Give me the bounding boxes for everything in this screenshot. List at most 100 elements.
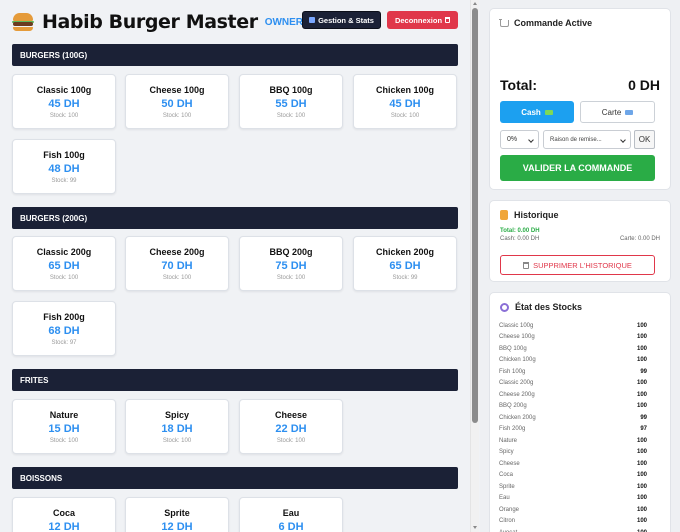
product-price: 68 DH — [48, 325, 80, 337]
stock-item-qty: 100 — [636, 380, 647, 387]
stock-item-qty: 100 — [636, 322, 647, 329]
stock-item-name: Fish 200g — [499, 426, 526, 433]
stock-row: Orange 100 — [499, 504, 647, 516]
product-name: Classic 200g — [36, 247, 92, 257]
stock-row: Eau 100 — [499, 493, 647, 505]
gestion-stats-button[interactable]: Gestion & Stats — [302, 11, 381, 29]
history-panel: Historique Total: 0.00 DH Cash: 0.00 DH … — [489, 200, 671, 282]
discount-reason-select[interactable]: Raison de remise... — [543, 130, 631, 149]
product-stock: Stock: 100 — [276, 275, 306, 281]
stock-title: État des Stocks — [500, 302, 582, 312]
scrollbar[interactable] — [470, 0, 479, 532]
cash-button[interactable]: Cash — [500, 101, 574, 123]
product-card[interactable]: Fish 200g 68 DH Stock: 97 — [12, 301, 116, 356]
product-name: BBQ 200g — [269, 247, 313, 257]
stock-item-name: Cheese 100g — [499, 334, 535, 341]
stock-row: Fish 100g 99 — [499, 366, 647, 378]
stock-title-text: État des Stocks — [515, 302, 583, 312]
stock-item-name: Chicken 200g — [499, 414, 536, 421]
product-price: 55 DH — [275, 98, 307, 110]
scroll-thumb[interactable] — [472, 8, 478, 423]
product-card[interactable]: Classic 100g 45 DH Stock: 100 — [12, 74, 116, 129]
trash-icon — [523, 261, 530, 269]
product-stock: Stock: 100 — [49, 275, 79, 281]
product-card[interactable]: Cheese 200g 70 DH Stock: 100 — [125, 236, 229, 291]
product-name: Chicken 200g — [375, 247, 435, 257]
product-price: 12 DH — [48, 521, 80, 532]
total-value: 0 DH — [628, 77, 660, 93]
product-name: Cheese — [274, 410, 308, 420]
cash-label: Cash — [521, 107, 541, 117]
stock-row: BBQ 100g 100 — [499, 343, 647, 355]
card-button[interactable]: Carte — [580, 101, 655, 123]
stock-item-name: BBQ 100g — [499, 345, 527, 352]
scroll-icon — [500, 210, 508, 220]
stock-row: Nature 100 — [499, 435, 647, 447]
discount-select[interactable]: 0% — [500, 130, 539, 149]
stock-item-qty: 97 — [640, 426, 647, 433]
apply-discount-button[interactable]: OK — [634, 130, 655, 149]
product-price: 45 DH — [48, 98, 80, 110]
stock-row: Avocat100 — [499, 527, 647, 532]
stock-row: Coca 100 — [499, 470, 647, 482]
stock-item-qty: 100 — [636, 391, 647, 398]
product-name: Nature — [49, 410, 79, 420]
product-price: 75 DH — [275, 260, 307, 272]
product-price: 45 DH — [389, 98, 421, 110]
stock-item-name: Citron — [499, 518, 516, 525]
product-card[interactable]: Fish 100g 48 DH Stock: 99 — [12, 139, 116, 194]
product-card[interactable]: BBQ 200g 75 DH Stock: 100 — [239, 236, 343, 291]
product-stock: Stock: 97 — [51, 340, 77, 346]
order-title: Commande Active — [499, 18, 593, 28]
product-stock: Stock: 99 — [51, 178, 77, 184]
product-card[interactable]: Cheese 100g 50 DH Stock: 100 — [125, 74, 229, 129]
product-card[interactable]: Spicy 18 DH Stock: 100 — [125, 399, 229, 454]
history-card: Carte: 0.00 DH — [619, 236, 660, 242]
product-stock: Stock: 100 — [49, 438, 79, 444]
product-price: 65 DH — [389, 260, 421, 272]
product-card[interactable]: Nature 15 DH Stock: 100 — [12, 399, 116, 454]
cart-icon — [499, 18, 509, 27]
stock-row: Cheese 100 — [499, 458, 647, 470]
stock-item-qty: 100 — [636, 460, 647, 467]
chevron-down-icon — [528, 137, 534, 143]
logout-button[interactable]: Deconnexion — [387, 11, 458, 29]
stock-item-qty: 100 — [636, 334, 647, 341]
section-header: FRITES — [12, 369, 458, 391]
stock-item-name: Fish 100g — [499, 368, 526, 375]
burger-icon — [12, 12, 34, 32]
product-card[interactable]: BBQ 100g 55 DH Stock: 100 — [239, 74, 343, 129]
stock-item-name: Cheese — [499, 460, 520, 467]
stock-item-name: Chicken 100g — [499, 357, 536, 364]
product-stock: Stock: 99 — [392, 275, 418, 281]
cash-icon — [544, 109, 553, 115]
order-panel: Commande Active Total: 0 DH Cash Carte 0… — [489, 8, 671, 190]
stock-item-qty: 100 — [636, 345, 647, 352]
stock-item-qty: 100 — [636, 506, 647, 513]
scroll-up-arrow-icon[interactable] — [473, 2, 477, 5]
stock-row: Chicken 100g 100 — [499, 355, 647, 367]
product-card[interactable]: Cheese 22 DH Stock: 100 — [239, 399, 343, 454]
product-card[interactable]: Classic 200g 65 DH Stock: 100 — [12, 236, 116, 291]
delete-history-button[interactable]: SUPPRIMER L'HISTORIQUE — [500, 255, 655, 275]
product-card[interactable]: Chicken 100g 45 DH Stock: 100 — [353, 74, 457, 129]
product-stock: Stock: 100 — [162, 113, 192, 119]
stats-icon — [309, 17, 316, 23]
order-title-text: Commande Active — [514, 18, 593, 28]
product-card[interactable]: Sprite 12 DH — [125, 497, 229, 532]
logout-label: Deconnexion — [394, 15, 443, 25]
stock-row: BBQ 200g 100 — [499, 401, 647, 413]
product-price: 50 DH — [161, 98, 193, 110]
product-name: Sprite — [164, 508, 190, 518]
product-card[interactable]: Coca 12 DH — [12, 497, 116, 532]
product-price: 48 DH — [48, 163, 80, 175]
discount-value: 0% — [507, 136, 518, 143]
stock-row: Sprite 100 — [499, 481, 647, 493]
product-card[interactable]: Chicken 200g 65 DH Stock: 99 — [353, 236, 457, 291]
stock-item-qty: 100 — [636, 518, 647, 525]
product-card[interactable]: Eau 6 DH — [239, 497, 343, 532]
chevron-down-icon — [620, 137, 626, 143]
scroll-down-arrow-icon[interactable] — [473, 526, 477, 529]
validate-order-button[interactable]: VALIDER LA COMMANDE — [500, 155, 655, 181]
stock-row: Chicken 200g 99 — [499, 412, 647, 424]
